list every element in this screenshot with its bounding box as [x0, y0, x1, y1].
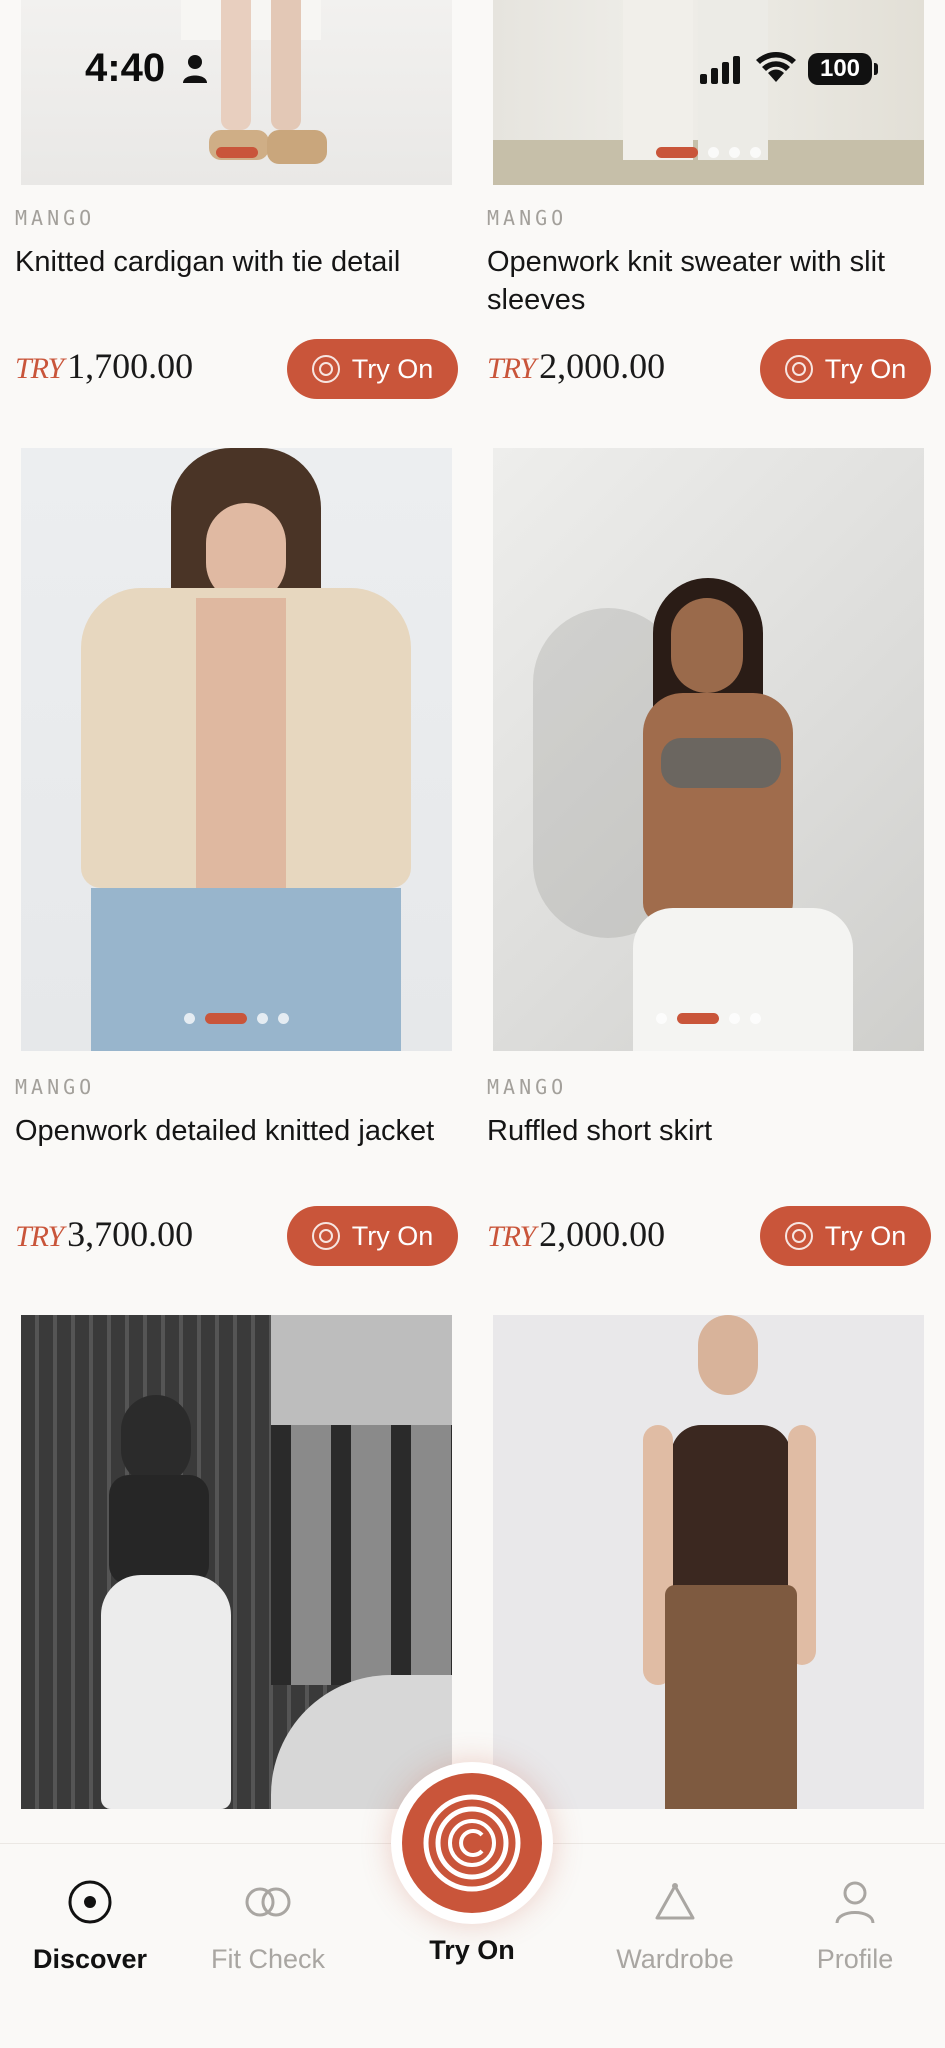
- try-on-label: Try On: [824, 353, 907, 384]
- battery-icon: 100: [808, 53, 872, 85]
- carousel-dot[interactable]: [750, 1013, 761, 1024]
- try-on-icon: [311, 1222, 340, 1250]
- try-on-button[interactable]: Try On: [760, 339, 931, 399]
- price-amount: 1,700.00: [67, 346, 194, 386]
- price-amount: 2,000.00: [539, 1214, 666, 1254]
- try-on-button[interactable]: Try On: [287, 339, 458, 399]
- product-price: TRY 2,000.00: [487, 345, 665, 387]
- product-image[interactable]: [21, 1315, 452, 1809]
- product-card[interactable]: MANGO Openwork detailed knitted jacket T…: [0, 440, 472, 1270]
- product-price: TRY 2,000.00: [487, 1213, 665, 1255]
- nav-item-try-on-label[interactable]: Try On: [391, 1935, 553, 1966]
- currency-label: TRY: [15, 352, 64, 385]
- carousel-dot[interactable]: [278, 1013, 289, 1024]
- brand-label: MANGO: [487, 206, 568, 230]
- product-title[interactable]: Openwork detailed knitted jacket: [15, 1112, 435, 1150]
- carousel-dot[interactable]: [729, 147, 740, 158]
- product-price: TRY 1,700.00: [15, 345, 193, 387]
- nav-item-profile[interactable]: Profile: [765, 1874, 945, 1975]
- carousel-dot[interactable]: [656, 1013, 667, 1024]
- cellular-signal-icon: [700, 56, 740, 84]
- product-card[interactable]: MANGO Ruffled short skirt TRY 2,000.00 T…: [472, 440, 945, 1270]
- discover-icon: [67, 1874, 113, 1930]
- carousel-dot[interactable]: [677, 1013, 719, 1024]
- currency-label: TRY: [487, 1220, 536, 1253]
- carousel-dot[interactable]: [729, 1013, 740, 1024]
- product-image[interactable]: [21, 448, 452, 1051]
- nav-label: Profile: [816, 1944, 894, 1974]
- product-image[interactable]: [493, 448, 924, 1051]
- try-on-label: Try On: [351, 1220, 434, 1251]
- battery-tip: [874, 63, 878, 75]
- carousel-dot[interactable]: [750, 147, 761, 158]
- try-on-icon: [784, 1222, 813, 1250]
- try-on-label: Try On: [824, 1220, 907, 1251]
- try-on-icon: [311, 355, 340, 383]
- carousel-dot[interactable]: [708, 147, 719, 158]
- hanger-icon: [653, 1874, 697, 1930]
- product-title[interactable]: Openwork knit sweater with slit sleeves: [487, 243, 937, 319]
- currency-label: TRY: [487, 352, 536, 385]
- carousel-dot[interactable]: [656, 147, 698, 158]
- currency-label: TRY: [15, 1220, 64, 1253]
- try-on-label: Try On: [351, 353, 434, 384]
- try-on-icon: [784, 355, 813, 383]
- fit-check-icon: [244, 1874, 292, 1930]
- price-amount: 2,000.00: [539, 346, 666, 386]
- nav-item-wardrobe[interactable]: Wardrobe: [585, 1874, 765, 1975]
- nav-label: Discover: [32, 1944, 148, 1974]
- wifi-icon: [756, 52, 796, 82]
- carousel-dot[interactable]: [215, 147, 258, 158]
- status-time: 4:40: [85, 46, 166, 90]
- carousel-dot[interactable]: [184, 1013, 195, 1024]
- try-on-button[interactable]: Try On: [760, 1206, 931, 1266]
- nav-label: Wardrobe: [616, 1944, 734, 1974]
- nav-item-discover[interactable]: Discover: [0, 1874, 180, 1975]
- try-on-fab[interactable]: [391, 1762, 553, 1924]
- nav-label: Fit Check: [210, 1944, 326, 1974]
- try-on-logo-icon: [402, 1773, 542, 1913]
- brand-label: MANGO: [15, 206, 96, 230]
- carousel-dot[interactable]: [205, 1013, 247, 1024]
- try-on-button[interactable]: Try On: [287, 1206, 458, 1266]
- profile-icon: [834, 1874, 876, 1930]
- carousel-dot[interactable]: [257, 1013, 268, 1024]
- status-bar: 4:40 100: [0, 0, 945, 140]
- price-amount: 3,700.00: [67, 1214, 194, 1254]
- product-title[interactable]: Knitted cardigan with tie detail: [15, 243, 455, 281]
- nav-item-fit-check[interactable]: Fit Check: [178, 1874, 358, 1975]
- product-title[interactable]: Ruffled short skirt: [487, 1112, 927, 1150]
- person-icon: [183, 55, 207, 83]
- product-price: TRY 3,700.00: [15, 1213, 193, 1255]
- brand-label: MANGO: [487, 1075, 568, 1099]
- product-image[interactable]: [493, 1315, 924, 1809]
- product-card[interactable]: [0, 1300, 472, 1810]
- product-card[interactable]: [472, 1300, 945, 1810]
- brand-label: MANGO: [15, 1075, 96, 1099]
